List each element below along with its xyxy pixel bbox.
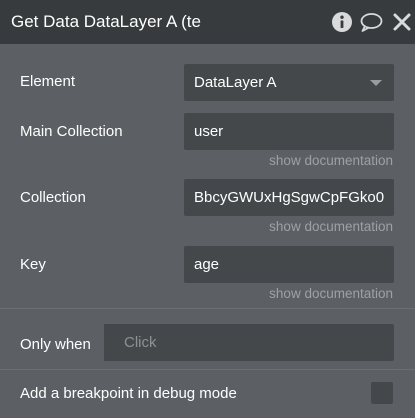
breakpoint-checkbox[interactable] (371, 382, 393, 404)
main-collection-value: user (194, 123, 224, 140)
element-value: DataLayer A (194, 74, 277, 91)
chevron-down-icon (370, 80, 382, 86)
only-when-placeholder: Click (124, 334, 157, 351)
section-divider (0, 369, 415, 370)
property-editor-panel: Element DataLayer A Main Collection user… (0, 44, 415, 418)
main-collection-label: Main Collection (20, 123, 123, 140)
main-collection-doc-link[interactable]: show documentation (269, 153, 393, 169)
editor-title: Get Data DataLayer A (te (11, 12, 201, 31)
breakpoint-label: Add a breakpoint in debug mode (20, 385, 237, 402)
input-lead-edge (101, 324, 104, 361)
comment-icon[interactable] (359, 10, 383, 34)
key-input[interactable]: age (184, 246, 394, 283)
property-editor-titlebar[interactable]: Get Data DataLayer A (te (0, 0, 415, 44)
collection-label: Collection (20, 189, 86, 206)
collection-doc-link[interactable]: show documentation (269, 219, 393, 235)
collection-value: BbcyGWUxHgSgwCpFGko0 (194, 189, 385, 206)
info-icon[interactable] (330, 10, 354, 34)
key-value: age (194, 256, 220, 273)
only-when-input[interactable]: Click (101, 324, 394, 361)
element-label: Element (20, 73, 76, 90)
key-doc-link[interactable]: show documentation (269, 286, 393, 302)
section-divider (0, 308, 415, 309)
collection-input[interactable]: BbcyGWUxHgSgwCpFGko0 (184, 179, 394, 216)
main-collection-input[interactable]: user (184, 113, 394, 150)
key-label: Key (20, 256, 46, 273)
element-dropdown[interactable]: DataLayer A (184, 64, 394, 101)
only-when-label: Only when (20, 336, 91, 353)
close-icon[interactable] (392, 12, 412, 32)
